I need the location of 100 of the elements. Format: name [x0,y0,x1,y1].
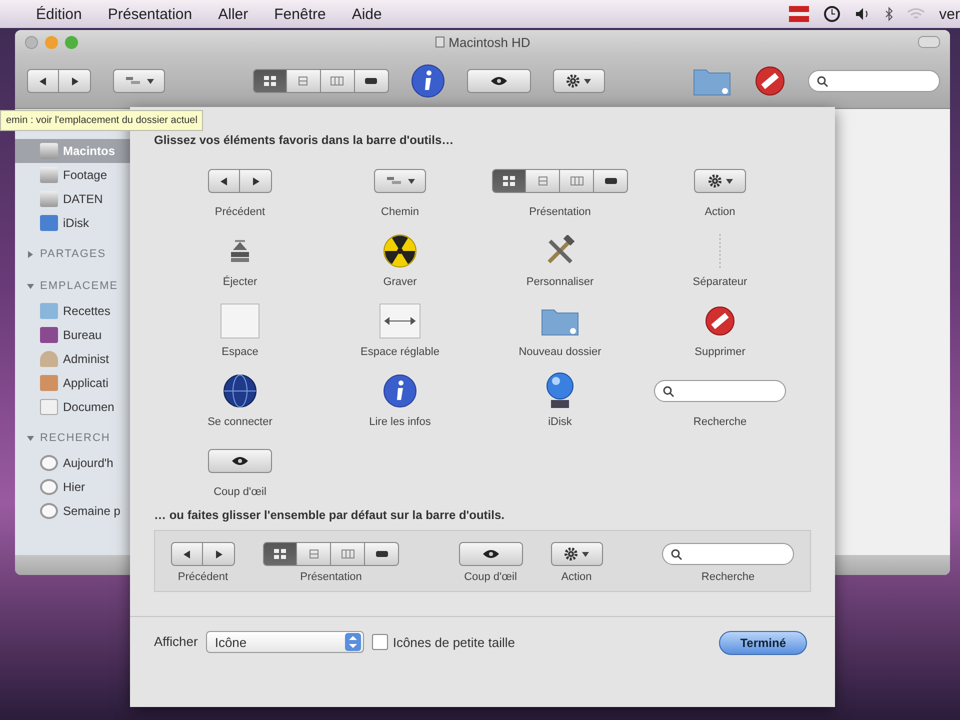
right-arrow-icon [70,76,78,86]
caret-icon [726,178,732,184]
caret-icon [584,78,591,84]
search-field[interactable] [808,70,940,92]
item-label: Graver [383,276,417,288]
view-mode-button[interactable] [263,542,297,566]
sidebar-item[interactable]: Semaine p [15,499,130,523]
left-arrow-icon [220,176,228,186]
delete-icon[interactable] [704,305,736,337]
sidebar-item[interactable]: Bureau [15,323,130,347]
sidebar-item[interactable]: iDisk [15,211,130,235]
folder-icon [40,303,58,319]
gear-icon [566,74,580,88]
cover-flow-icon [604,176,618,186]
search-field[interactable] [654,380,786,402]
radiation-icon[interactable] [383,234,417,268]
list-icon [306,549,320,559]
view-mode-button[interactable] [594,169,628,193]
info-icon[interactable] [410,64,444,98]
checkbox-label: Icônes de petite taille [392,634,515,650]
flag-icon[interactable] [789,6,810,22]
disclosure-triangle-icon [27,282,34,290]
instruction-text: Glissez vos éléments favoris dans la barre d'outils… [154,133,455,147]
flexible-space-icon[interactable] [379,303,421,339]
menu-item[interactable]: Édition [36,6,82,22]
path-button[interactable] [374,169,426,193]
sidebar-section-header[interactable]: PARTAGES [15,235,130,267]
path-icon [124,76,142,86]
search-icon [663,386,674,396]
list-icon [296,76,310,86]
sidebar-item[interactable]: Applicati [15,371,130,395]
item-label: Espace [222,346,258,358]
item-label: Personnaliser [526,276,594,288]
menu-item[interactable]: Aller [218,6,248,22]
left-arrow-icon [39,76,47,86]
menu-item[interactable]: Fenêtre [274,6,326,22]
stepper-icon [344,633,361,651]
item-label: Chemin [381,206,419,218]
caret-icon [408,178,414,184]
show-dropdown[interactable]: Icône [206,631,364,653]
view-mode-button[interactable] [354,69,388,93]
toolbar-toggle-button[interactable] [918,36,940,48]
path-button[interactable] [113,69,165,93]
back-button[interactable] [27,69,59,93]
item-label: Précédent [214,206,266,218]
action-button[interactable] [694,169,746,193]
item-label: Nouveau dossier [518,346,602,358]
view-mode-button[interactable] [252,69,286,93]
sidebar-item[interactable]: Footage [15,163,130,187]
menu-item[interactable]: Aide [352,6,382,22]
forward-button[interactable] [240,169,272,193]
back-button[interactable] [208,169,240,193]
forward-button[interactable] [59,69,91,93]
delete-icon[interactable] [754,65,786,97]
item-label: Se connecter [208,416,272,428]
item-label: Coup d'œil [464,571,517,583]
checkbox[interactable] [372,634,388,650]
sidebar-item[interactable]: Aujourd'h [15,451,130,475]
sidebar-section-header[interactable]: EMPLACEME [15,267,130,299]
grid-icon [502,176,516,186]
globe-icon[interactable] [223,374,257,408]
user-name[interactable]: ver [939,6,960,22]
view-mode-button[interactable] [365,542,399,566]
search-field[interactable] [662,543,794,565]
list-icon [536,176,550,186]
sidebar-item[interactable]: Documen [15,395,130,419]
item-label: iDisk [548,416,572,428]
menu-item[interactable]: Présentation [108,6,192,22]
action-button[interactable] [552,69,604,93]
columns-icon [340,549,354,559]
forward-button[interactable] [203,542,235,566]
gear-icon [564,547,578,561]
default-toolbar-set[interactable]: Précédent Présentation Coup d'œil Action Recherche [154,530,811,592]
sidebar-item[interactable]: Hier [15,475,130,499]
back-button[interactable] [171,542,203,566]
sidebar-item[interactable]: DATEN [15,187,130,211]
item-label: Action [561,571,592,583]
eye-icon [231,456,249,466]
sidebar-item[interactable]: Administ [15,347,130,371]
cover-flow-icon [364,76,378,86]
item-label: Recherche [701,571,755,583]
item-label: Précédent [178,571,228,583]
caret-icon [146,78,154,84]
view-mode-button[interactable] [492,169,526,193]
item-label: Action [704,206,736,218]
item-label: Lire les infos [369,416,431,428]
quick-look-button[interactable] [466,69,530,93]
quick-look-button[interactable] [208,449,272,473]
sidebar-section-header[interactable]: RECHERCH [15,419,130,451]
grid-icon [262,76,276,86]
path-icon [386,176,404,186]
item-label: Espace réglable [360,346,440,358]
item-label: Supprimer [694,346,746,358]
bluetooth-icon[interactable] [885,7,894,21]
done-button[interactable]: Terminé [719,631,807,655]
info-icon[interactable] [383,374,417,408]
action-button[interactable] [550,542,602,566]
quick-look-button[interactable] [458,542,522,566]
sidebar-item[interactable]: Recettes [15,299,130,323]
item-label: Présentation [529,206,591,218]
